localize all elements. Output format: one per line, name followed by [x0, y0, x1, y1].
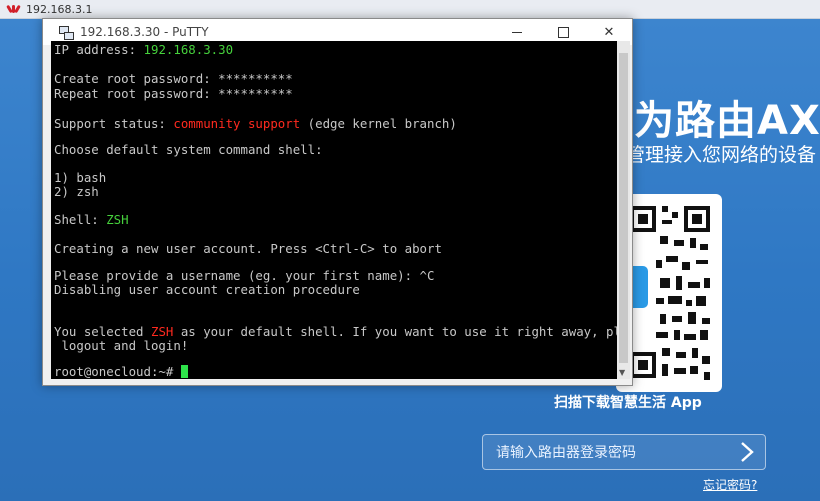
- putty-window: 192.168.3.30 - PuTTY ✕ IP address: 192.1…: [42, 18, 633, 386]
- huawei-logo-icon: [6, 4, 21, 14]
- support-suffix: (edge kernel branch): [300, 116, 457, 131]
- chevron-right-icon[interactable]: [729, 435, 765, 469]
- hero-subtitle: 管理接入您网络的设备: [626, 144, 817, 166]
- password-placeholder: 请输入路由器登录密码: [496, 445, 636, 461]
- terminal-line-choose-shell: Choose default system command shell:: [54, 142, 323, 157]
- scrollbar-thumb[interactable]: [619, 53, 628, 363]
- forgot-password-link[interactable]: 忘记密码?: [703, 476, 757, 493]
- support-value: community support: [173, 116, 301, 131]
- terminal-line-provide-username: Please provide a username (eg. your firs…: [54, 268, 435, 283]
- maximize-icon: [557, 26, 569, 38]
- close-icon: ✕: [603, 24, 615, 40]
- window-title: 192.168.3.30 - PuTTY: [80, 25, 209, 39]
- shell-prompt: root@onecloud:~#: [54, 364, 181, 379]
- ip-label: IP address:: [54, 42, 144, 57]
- support-label: Support status:: [54, 116, 174, 131]
- terminal-prompt-line: root@onecloud:~#: [54, 365, 188, 379]
- terminal-line-shell: Shell: ZSH: [54, 213, 129, 227]
- terminal-line-repeat-pw: Repeat root password: **********: [54, 86, 293, 101]
- terminal-line-create-pw: Create root password: **********: [54, 71, 293, 86]
- selected-suffix: as your default shell. If you want to us…: [173, 324, 617, 339]
- browser-tab[interactable]: 192.168.3.1: [6, 0, 268, 18]
- terminal-area[interactable]: IP address: 192.168.3.30 Create root pas…: [51, 41, 617, 379]
- terminal-line-ip: IP address: 192.168.3.30: [54, 43, 233, 57]
- scroll-down-icon[interactable]: ▼: [619, 368, 625, 377]
- terminal-line-create-user: Creating a new user account. Press <Ctrl…: [54, 241, 442, 256]
- terminal-line-option-2: 2) zsh: [54, 184, 99, 199]
- terminal-line-disabling: Disabling user account creation procedur…: [54, 282, 360, 297]
- minimize-icon: [512, 31, 522, 33]
- shell-value: ZSH: [106, 212, 129, 227]
- terminal-line-selected: You selected ZSH as your default shell. …: [54, 325, 617, 339]
- terminal-line-option-1: 1) bash: [54, 170, 107, 185]
- selected-prefix: You selected: [54, 324, 151, 339]
- selected-value: ZSH: [150, 324, 174, 339]
- putty-app-icon: [59, 25, 74, 40]
- browser-tab-title: 192.168.3.1: [26, 2, 93, 16]
- terminal-line-relogin: logout and login!: [54, 338, 189, 353]
- qr-caption: 扫描下载智慧生活 App: [554, 395, 702, 411]
- terminal-line-support: Support status: community support (edge …: [54, 117, 457, 131]
- ip-value: 192.168.3.30: [143, 42, 234, 57]
- shell-label: Shell:: [54, 212, 107, 227]
- terminal-scrollbar[interactable]: ▼: [617, 41, 630, 379]
- terminal-cursor: [180, 365, 188, 378]
- browser-tab-bar: 192.168.3.1: [0, 0, 820, 19]
- password-field[interactable]: 请输入路由器登录密码: [482, 434, 766, 470]
- hero-title: 为路由AX: [634, 98, 820, 144]
